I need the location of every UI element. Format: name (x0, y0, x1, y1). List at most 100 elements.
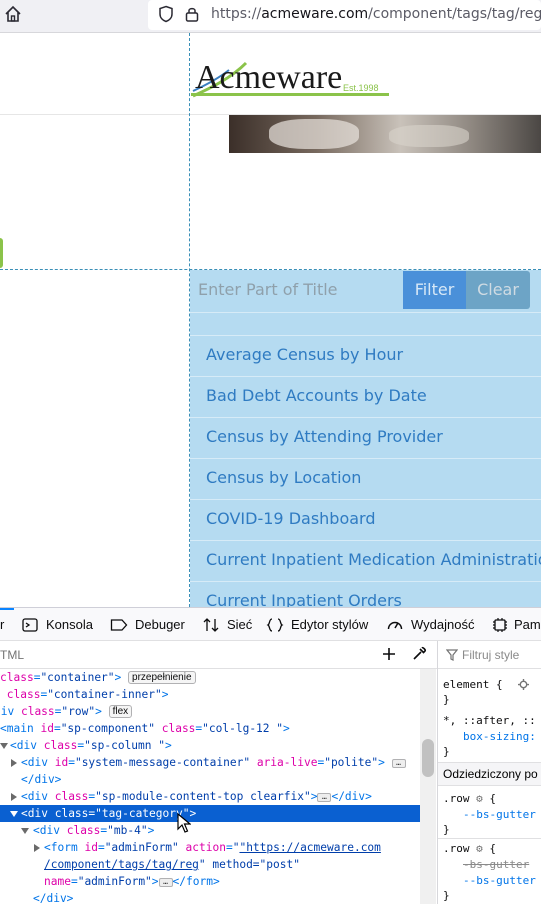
attr-name: class (20, 705, 55, 718)
filter-title-input[interactable]: Enter Part of Title (198, 280, 338, 299)
expand-triangle-icon[interactable] (0, 742, 8, 750)
attr-value: "adminForm" (104, 841, 179, 854)
tag-name: div (16, 739, 37, 752)
gear-icon[interactable] (518, 679, 529, 690)
attr-value: "tag-category" (95, 807, 190, 820)
list-divider (190, 376, 541, 377)
tag-name: div (0, 705, 15, 718)
collapsed-content-icon[interactable]: … (317, 793, 332, 802)
scrollbar-thumb[interactable] (422, 739, 434, 777)
collapse-triangle-icon[interactable] (10, 759, 18, 767)
attr-value: "adminForm" (77, 875, 152, 888)
tab-inspector[interactable]: r (0, 617, 4, 632)
list-divider (190, 417, 541, 418)
eyedropper-icon[interactable] (411, 646, 427, 662)
tree-node-continuation: /component/tags/tag/reg" method="post" (0, 856, 420, 873)
closing-tag: </div> (33, 892, 74, 904)
attr-value: "polite" (324, 756, 379, 769)
tree-node[interactable]: </div> (0, 890, 420, 904)
attr-value: "mb-4" (107, 824, 148, 837)
tab-debugger[interactable]: Debuger (135, 617, 185, 632)
rules-panel: Filtruj style element { } *, ::after, ::… (437, 641, 541, 904)
tab-network[interactable]: Sieć (227, 617, 252, 632)
attr-name: aria-live (256, 756, 318, 769)
expand-triangle-icon[interactable] (10, 810, 18, 818)
list-divider (190, 540, 541, 541)
attr-value: "sp-column " (84, 739, 165, 752)
rule-close: } (443, 889, 450, 902)
attr-value: "col-lg-12 " (202, 722, 283, 735)
tree-node[interactable]: <div class="sp-column "> (0, 737, 420, 754)
rule-property[interactable]: box-sizing: (443, 729, 536, 744)
collapse-triangle-icon[interactable] (33, 844, 41, 852)
url-domain: acmeware.com (261, 6, 369, 22)
filter-icon (446, 649, 458, 661)
tree-node[interactable]: class="container"> przepełnienie (0, 669, 420, 686)
tree-node[interactable]: <div id="system-message-container" aria-… (0, 754, 420, 771)
list-divider (190, 499, 541, 500)
attr-name: id (84, 841, 98, 854)
action-url-link[interactable]: "https://acmeware.com (239, 841, 380, 854)
tag-name: div (27, 756, 48, 769)
guide-line-vertical (189, 33, 190, 607)
tag-link[interactable]: Current Inpatient Orders (206, 591, 402, 607)
tree-node[interactable]: class="container-inner"> (0, 686, 420, 703)
flex-badge[interactable]: flex (108, 705, 133, 718)
attr-name: class (54, 807, 89, 820)
rules-filter-input[interactable]: Filtruj style (462, 648, 519, 663)
tracking-protection-shield-icon[interactable] (158, 5, 174, 23)
tag-link[interactable]: Census by Location (206, 468, 361, 487)
attr-name: class (6, 688, 41, 701)
acmeware-logo[interactable]: Acmeware Est.1998 (191, 58, 391, 98)
action-url-link[interactable]: /component/tags/tag/reg (0, 858, 199, 871)
collapsed-content-icon[interactable]: … (158, 878, 173, 887)
tab-performance[interactable]: Wydajność (411, 617, 474, 632)
tag-link[interactable]: Current Inpatient Medication Administrat… (206, 550, 541, 569)
lock-icon[interactable] (185, 5, 199, 23)
overflow-badge[interactable]: przepełnienie (128, 671, 196, 684)
collapsed-content-icon[interactable]: … (391, 759, 406, 768)
filter-button[interactable]: Filter (403, 271, 466, 309)
markup-scrollbar[interactable] (420, 669, 436, 904)
memory-icon (493, 618, 507, 632)
collapse-triangle-icon[interactable] (10, 793, 18, 801)
tab-style-editor[interactable]: Edytor stylów (291, 617, 368, 632)
url-text[interactable]: https://acmeware.com/component/tags/tag/… (211, 6, 541, 22)
add-node-icon[interactable] (381, 646, 397, 662)
tree-node[interactable]: div class="row"> flex (0, 703, 420, 720)
clear-button[interactable]: Clear (466, 271, 530, 309)
tag-link[interactable]: Census by Attending Provider (206, 427, 443, 446)
performance-icon (387, 621, 403, 630)
tab-console[interactable]: Konsola (46, 617, 93, 632)
home-icon[interactable] (4, 5, 22, 23)
tree-node-selected[interactable]: <div class="tag-category"> (0, 805, 420, 822)
tree-node[interactable]: <form id="adminForm" action=""https://ac… (0, 839, 420, 856)
active-tab-indicator (0, 608, 14, 610)
rule-property-overridden[interactable]: -bs-gutter (443, 857, 529, 872)
web-page: Acmeware Est.1998 Enter Part of Title Fi… (0, 33, 541, 607)
rule-selector: element { (443, 678, 503, 691)
tree-node[interactable]: <div class="sp-module-content-top clearf… (0, 788, 420, 805)
attr-value: "system-message-container" (74, 756, 251, 769)
tag-link[interactable]: Average Census by Hour (206, 345, 403, 364)
logo-wordmark: Acmeware (195, 59, 342, 96)
html-search-input[interactable]: TML (0, 648, 24, 662)
side-tab[interactable] (0, 238, 3, 268)
closing-tag: </form> (172, 875, 220, 888)
url-scheme: https:// (211, 6, 262, 22)
rule-property[interactable]: --bs-gutter (443, 807, 536, 822)
tree-node[interactable]: <main id="sp-component" class="col-lg-12… (0, 720, 420, 737)
rule-property[interactable]: --bs-gutter (443, 873, 536, 888)
rule-divider (438, 838, 541, 839)
mouse-cursor-icon (177, 813, 191, 833)
tag-name: main (6, 722, 34, 735)
expand-triangle-icon[interactable] (21, 827, 29, 835)
tree-node[interactable]: <div class="mb-4"> (0, 822, 420, 839)
tab-memory[interactable]: Pam (514, 617, 541, 632)
debugger-icon (110, 619, 128, 631)
closing-tag: </div> (331, 790, 372, 803)
tag-link[interactable]: COVID-19 Dashboard (206, 509, 376, 528)
tree-node[interactable]: </div> (0, 771, 420, 788)
attr-name: id (40, 722, 54, 735)
tag-link[interactable]: Bad Debt Accounts by Date (206, 386, 427, 405)
